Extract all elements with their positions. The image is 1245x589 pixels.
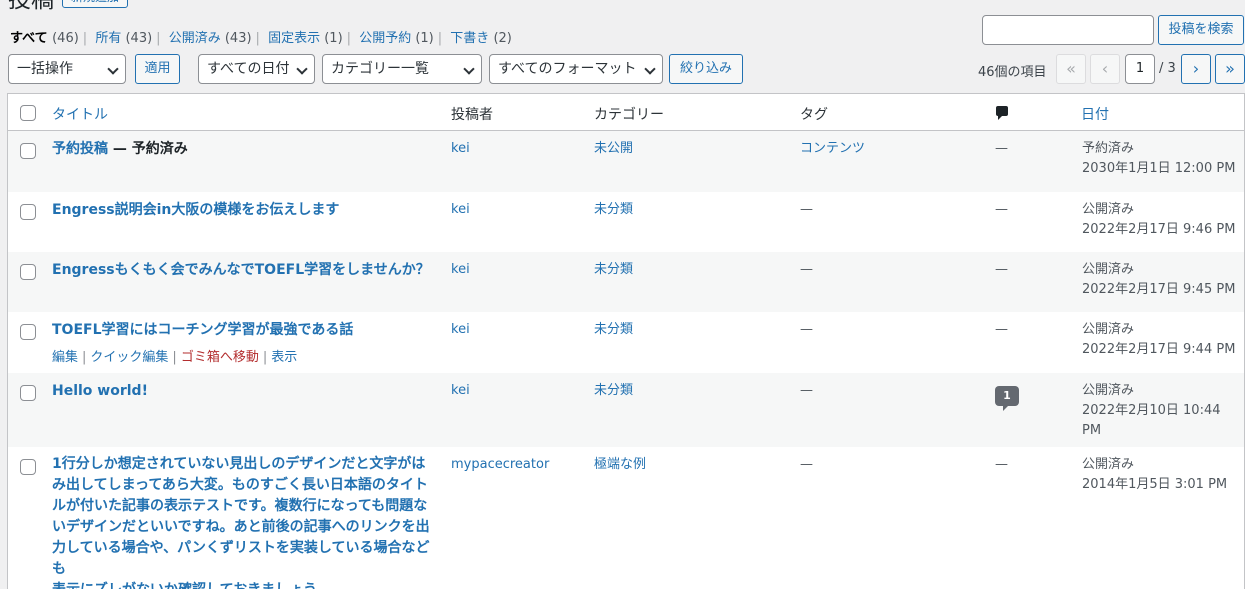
- first-page-button: «: [1056, 54, 1086, 84]
- current-page-input[interactable]: 1: [1125, 54, 1155, 84]
- row-checkbox[interactable]: [20, 385, 36, 401]
- post-tags: —: [800, 457, 813, 472]
- bulk-action-value: 一括操作: [17, 61, 73, 77]
- total-pages: / 3: [1159, 61, 1176, 76]
- row-actions: 編集 | クイック編集 | ゴミ箱へ移動 | 表示: [52, 350, 298, 365]
- date-filter-select[interactable]: すべての日付: [198, 54, 315, 84]
- view-sticky[interactable]: 固定表示 (1): [268, 31, 343, 46]
- post-author[interactable]: kei: [451, 260, 470, 280]
- table-header: タイトル 投稿者 カテゴリー タグ 日付: [8, 94, 1244, 131]
- table-row: TOEFL学習にはコーチング学習が最強である話 編集 | クイック編集 | ゴミ箱へ移動…: [8, 312, 1244, 373]
- row-checkbox[interactable]: [20, 459, 36, 475]
- chevron-down-icon: [107, 63, 119, 75]
- category-filter-value: カテゴリー一覧: [331, 61, 429, 77]
- trash-link[interactable]: ゴミ箱へ移動: [181, 350, 259, 365]
- post-date: 公開済み 2022年2月17日 9:46 PM: [1082, 202, 1236, 237]
- post-category[interactable]: 未公開: [594, 139, 633, 159]
- next-page-button[interactable]: ›: [1181, 54, 1211, 84]
- post-date: 公開済み 2022年2月17日 9:44 PM: [1082, 322, 1236, 357]
- chevron-down-icon: [644, 63, 656, 75]
- post-comments: —: [995, 202, 1008, 217]
- post-tags[interactable]: コンテンツ: [800, 139, 865, 159]
- chevron-down-icon: [296, 63, 308, 75]
- select-all-checkbox[interactable]: [20, 105, 36, 121]
- post-date: 公開済み 2022年2月17日 9:45 PM: [1082, 262, 1236, 297]
- column-title[interactable]: タイトル: [52, 104, 108, 124]
- post-date: 公開済み 2014年1月5日 3:01 PM: [1082, 457, 1228, 492]
- last-page-button[interactable]: »: [1215, 54, 1245, 84]
- post-date: 予約済み 2030年1月1日 12:00 PM: [1082, 141, 1236, 176]
- view-mine[interactable]: 所有 (43): [95, 31, 152, 46]
- post-status-views: すべて (46) | 所有 (43) | 公開済み (43) | 固定表示 (1) | …: [10, 31, 512, 46]
- post-comments: —: [995, 141, 1008, 156]
- post-category[interactable]: 未分類: [594, 381, 633, 401]
- comment-count-bubble[interactable]: 1: [995, 386, 1019, 411]
- page-title: 投稿: [8, 0, 54, 13]
- posts-table: タイトル 投稿者 カテゴリー タグ 日付 予約投稿 — 予約済み kei 未公開…: [7, 93, 1245, 589]
- post-comments: —: [995, 262, 1008, 277]
- table-row: Hello world! kei 未分類 — 1 公開済み 2022年2月10日 …: [8, 373, 1244, 447]
- post-author[interactable]: kei: [451, 200, 470, 220]
- post-title-link[interactable]: Hello world!: [52, 381, 148, 402]
- row-checkbox[interactable]: [20, 264, 36, 280]
- format-filter-value: すべてのフォーマット: [498, 61, 637, 77]
- view-all[interactable]: すべて (46): [10, 31, 79, 46]
- post-author[interactable]: kei: [451, 320, 470, 340]
- post-category[interactable]: 未分類: [594, 200, 633, 220]
- prev-page-button: ‹: [1090, 54, 1120, 84]
- post-author[interactable]: mypacecreator: [451, 455, 549, 475]
- post-title-link[interactable]: TOEFL学習にはコーチング学習が最強である話: [52, 320, 353, 341]
- post-title-link[interactable]: 予約投稿 — 予約済み: [52, 139, 188, 160]
- category-filter-select[interactable]: カテゴリー一覧: [322, 54, 482, 84]
- view-scheduled[interactable]: 公開予約 (1): [359, 31, 434, 46]
- search-input[interactable]: [982, 15, 1154, 45]
- table-row: Engress説明会in大阪の模様をお伝えします kei 未分類 — — 公開済…: [8, 192, 1244, 252]
- date-filter-value: すべての日付: [207, 61, 290, 77]
- view-link[interactable]: 表示: [271, 350, 297, 365]
- row-checkbox[interactable]: [20, 143, 36, 159]
- column-categories: カテゴリー: [594, 107, 664, 123]
- quick-edit-link[interactable]: クイック編集: [90, 350, 168, 365]
- items-count: 46個の項目: [978, 65, 1047, 80]
- row-checkbox[interactable]: [20, 324, 36, 340]
- view-drafts[interactable]: 下書き (2): [450, 31, 512, 46]
- view-published[interactable]: 公開済み (43): [169, 31, 252, 46]
- post-date: 公開済み 2022年2月10日 10:44 PM: [1082, 383, 1221, 438]
- post-comments: —: [995, 322, 1008, 337]
- post-tags: —: [800, 262, 813, 277]
- chevron-down-icon: [463, 63, 475, 75]
- post-category[interactable]: 未分類: [594, 260, 633, 280]
- table-row: Engressもくもく会でみんなでTOEFL学習をしませんか？ kei 未分類 …: [8, 252, 1244, 312]
- format-filter-select[interactable]: すべてのフォーマット: [489, 54, 663, 84]
- apply-button[interactable]: 適用: [135, 54, 180, 84]
- post-author[interactable]: kei: [451, 139, 470, 159]
- post-title-link[interactable]: Engressもくもく会でみんなでTOEFL学習をしませんか？: [52, 260, 430, 281]
- edit-link[interactable]: 編集: [52, 350, 78, 365]
- filter-button[interactable]: 絞り込み: [669, 54, 743, 84]
- post-title-link[interactable]: 1行分しか想定されていない見出しのデザインだと文字がは み出してしまってあら大変…: [52, 454, 432, 589]
- bulk-action-select[interactable]: 一括操作: [8, 54, 126, 84]
- post-author[interactable]: kei: [451, 381, 470, 401]
- add-new-button[interactable]: 新規追加: [62, 0, 129, 8]
- search-posts-button[interactable]: 投稿を検索: [1158, 15, 1244, 45]
- post-tags: —: [800, 322, 813, 337]
- column-date[interactable]: 日付: [1081, 104, 1109, 124]
- comment-icon[interactable]: [996, 106, 1008, 120]
- post-tags: —: [800, 383, 813, 398]
- post-comments: —: [995, 457, 1008, 472]
- column-tags: タグ: [800, 107, 828, 123]
- table-row: 予約投稿 — 予約済み kei 未公開 コンテンツ — 予約済み 2030年1月1…: [8, 131, 1244, 192]
- post-title-link[interactable]: Engress説明会in大阪の模様をお伝えします: [52, 200, 339, 221]
- table-row: 1行分しか想定されていない見出しのデザインだと文字がは み出してしまってあら大変…: [8, 447, 1244, 589]
- post-category[interactable]: 極端な例: [594, 455, 646, 475]
- post-category[interactable]: 未分類: [594, 320, 633, 340]
- column-author: 投稿者: [451, 107, 493, 123]
- row-checkbox[interactable]: [20, 204, 36, 220]
- post-tags: —: [800, 202, 813, 217]
